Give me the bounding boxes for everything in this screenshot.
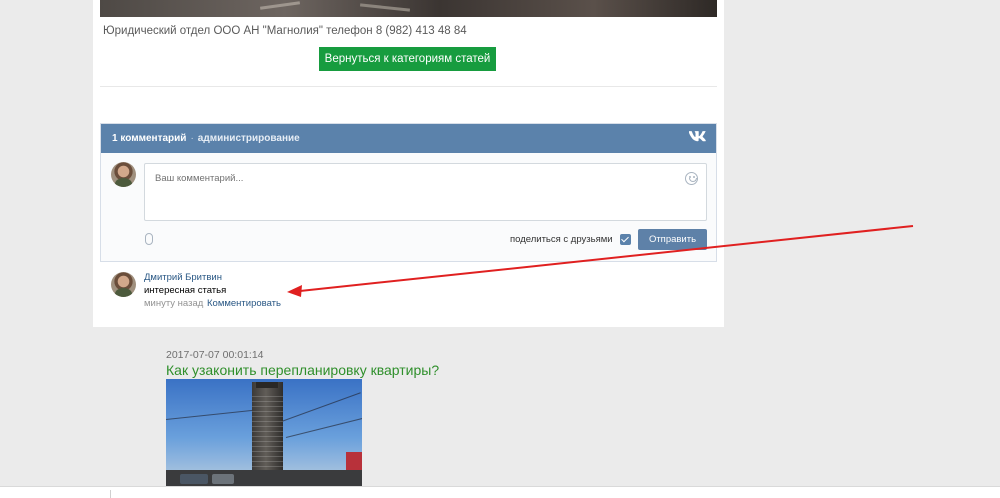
status-bar: [0, 486, 1000, 498]
post-image[interactable]: [166, 379, 362, 486]
status-bar-divider: [110, 490, 111, 498]
post-date: 2017-07-07 00:01:14: [166, 349, 264, 361]
post-title-link[interactable]: Как узаконить перепланировку квартиры?: [166, 362, 439, 378]
annotation-arrow-line: [299, 225, 914, 292]
annotation-arrow-head: [287, 285, 302, 297]
annotation-arrow: [287, 225, 914, 297]
